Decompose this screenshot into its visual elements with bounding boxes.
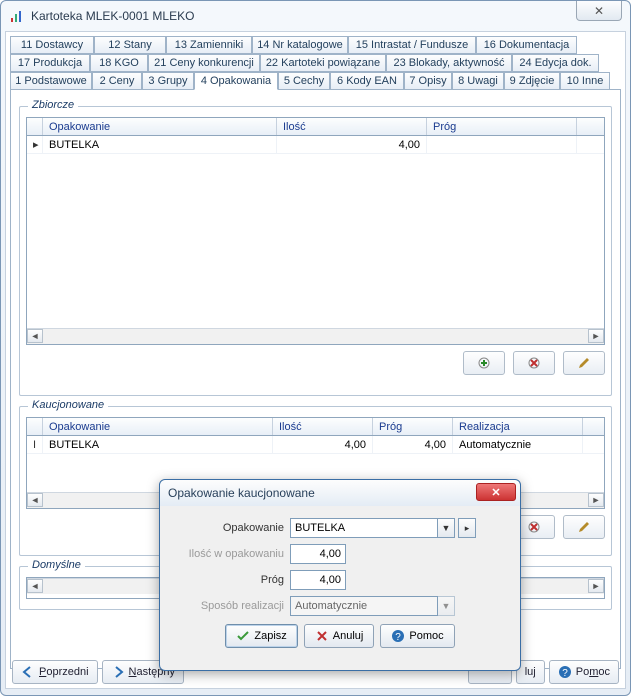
dropdown-button[interactable]: ▼ — [437, 518, 455, 538]
tab-7-opisy[interactable]: 7 Opisy — [404, 72, 452, 90]
grid-zbiorcze-header: Opakowanie Ilość Próg — [27, 118, 604, 136]
dialog-close-button[interactable]: ✕ — [476, 483, 516, 501]
table-row[interactable]: I BUTELKA 4,00 4,00 Automatycznie — [27, 436, 604, 454]
tab-8-uwagi[interactable]: 8 Uwagi — [452, 72, 504, 90]
tab-24-edycja-dok.[interactable]: 24 Edycja dok. — [512, 54, 599, 72]
grid-zbiorcze[interactable]: Opakowanie Ilość Próg ▸ BUTELKA 4,00 ◄ ► — [26, 117, 605, 345]
edit-icon — [577, 520, 591, 534]
edit-button[interactable] — [563, 351, 605, 375]
group-label-domyslne: Domyślne — [28, 559, 85, 571]
tab-4-opakowania[interactable]: 4 Opakowania — [194, 72, 278, 90]
tab-9-zdjęcie[interactable]: 9 Zdjęcie — [504, 72, 560, 90]
help-icon: ? — [558, 665, 572, 679]
tab-13-zamienniki[interactable]: 13 Zamienniki — [166, 36, 252, 54]
scroll-right-button-3[interactable]: ► — [588, 579, 604, 593]
tab-1-podstawowe[interactable]: 1 Podstawowe — [10, 72, 92, 90]
prev-button[interactable]: PPoprzednioprzedni — [12, 660, 98, 684]
anuluj-button[interactable]: Anuluj — [304, 624, 375, 648]
dropdown-button-disabled: ▼ — [437, 596, 455, 616]
label-opakowanie: Opakowanie — [170, 522, 290, 534]
tab-18-kgo[interactable]: 18 KGO — [90, 54, 148, 72]
lookup-button[interactable]: ▸ — [458, 518, 476, 538]
label-ilosc: Ilość w opakowaniu — [170, 548, 290, 560]
window-title: Kartoteka MLEK-0001 MLEKO — [31, 9, 194, 23]
col-ilosc[interactable]: Ilość — [277, 118, 427, 135]
scrollbar-h[interactable]: ◄ ► — [27, 328, 604, 344]
group-label-kaucjonowane: Kaucjonowane — [28, 399, 108, 411]
help-icon: ? — [391, 629, 405, 643]
dialog-opakowanie-kaucjonowane: Opakowanie kaucjonowane ✕ Opakowanie ▼ ▸… — [159, 479, 521, 671]
pomoc-button[interactable]: ? Pomoc — [380, 624, 454, 648]
input-ilosc[interactable] — [290, 544, 346, 564]
arrow-left-icon — [21, 665, 35, 679]
add-icon — [477, 356, 491, 370]
tab-10-inne[interactable]: 10 Inne — [560, 72, 610, 90]
tab-row-2: 17 Produkcja18 KGO21 Ceny konkurencji22 … — [10, 54, 621, 72]
delete-button[interactable] — [513, 351, 555, 375]
edit-icon — [577, 356, 591, 370]
input-prog[interactable] — [290, 570, 346, 590]
tab-16-dokumentacja[interactable]: 16 Dokumentacja — [476, 36, 577, 54]
tab-12-stany[interactable]: 12 Stany — [94, 36, 166, 54]
scroll-left-button-3[interactable]: ◄ — [27, 579, 43, 593]
tab-21-ceny-konkurencji[interactable]: 21 Ceny konkurencji — [148, 54, 260, 72]
window-close-button[interactable]: ✕ — [576, 1, 622, 21]
add-button[interactable] — [463, 351, 505, 375]
scroll-right-button-2[interactable]: ► — [588, 493, 604, 507]
tab-17-produkcja[interactable]: 17 Produkcja — [10, 54, 90, 72]
scroll-left-button-2[interactable]: ◄ — [27, 493, 43, 507]
tab-15-intrastat-/-fundusze[interactable]: 15 Intrastat / Fundusze — [348, 36, 476, 54]
combo-opakowanie[interactable] — [290, 518, 438, 538]
arrow-right-icon — [111, 665, 125, 679]
table-row[interactable]: ▸ BUTELKA 4,00 — [27, 136, 604, 154]
col-ilosc2[interactable]: Ilość — [273, 418, 373, 435]
grid-kaucjonowane-header: Opakowanie Ilość Próg Realizacja — [27, 418, 604, 436]
tab-23-blokady,-aktywność[interactable]: 23 Blokady, aktywność — [386, 54, 512, 72]
col-prog2[interactable]: Próg — [373, 418, 453, 435]
tab-2-ceny[interactable]: 2 Ceny — [92, 72, 142, 90]
app-icon — [9, 8, 25, 24]
dialog-titlebar[interactable]: Opakowanie kaucjonowane ✕ — [160, 480, 520, 506]
footer-pomoc-button[interactable]: ? Pomoc — [549, 660, 619, 684]
dialog-title: Opakowanie kaucjonowane — [168, 486, 315, 500]
scroll-right-button[interactable]: ► — [588, 329, 604, 343]
group-label-zbiorcze: Zbiorcze — [28, 99, 78, 111]
col-realizacja2[interactable]: Realizacja — [453, 418, 583, 435]
combo-realizacja — [290, 596, 438, 616]
label-realizacja: Sposób realizacji — [170, 600, 290, 612]
svg-text:?: ? — [396, 632, 402, 643]
delete-icon — [527, 520, 541, 534]
tab-3-grupy[interactable]: 3 Grupy — [142, 72, 194, 90]
label-prog: Próg — [170, 574, 290, 586]
col-opakowanie2[interactable]: Opakowanie — [43, 418, 273, 435]
tab-14-nr-katalogowe[interactable]: 14 Nr katalogowe — [252, 36, 348, 54]
group-zbiorcze: Zbiorcze Opakowanie Ilość Próg ▸ BUTELKA… — [19, 106, 612, 396]
edit-button-2[interactable] — [563, 515, 605, 539]
scroll-left-button[interactable]: ◄ — [27, 329, 43, 343]
tab-22-kartoteki-powiązane[interactable]: 22 Kartoteki powiązane — [260, 54, 386, 72]
col-prog[interactable]: Próg — [427, 118, 577, 135]
tab-11-dostawcy[interactable]: 11 Dostawcy — [10, 36, 94, 54]
col-opakowanie[interactable]: Opakowanie — [43, 118, 277, 135]
zapisz-button[interactable]: Zapisz — [225, 624, 297, 648]
tab-row-1: 11 Dostawcy12 Stany13 Zamienniki14 Nr ka… — [10, 36, 621, 54]
check-icon — [236, 629, 250, 643]
titlebar: Kartoteka MLEK-0001 MLEKO ✕ — [1, 1, 630, 31]
tab-5-cechy[interactable]: 5 Cechy — [278, 72, 330, 90]
cancel-icon — [315, 629, 329, 643]
delete-icon — [527, 356, 541, 370]
svg-text:?: ? — [562, 668, 568, 679]
tab-6-kody-ean[interactable]: 6 Kody EAN — [330, 72, 404, 90]
tab-row-3: 1 Podstawowe2 Ceny3 Grupy4 Opakowania5 C… — [10, 72, 621, 90]
